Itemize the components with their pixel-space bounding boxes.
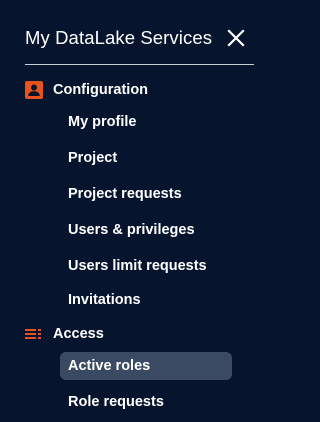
close-button[interactable] [224, 26, 248, 50]
drawer-title: My DataLake Services [25, 27, 213, 48]
section-configuration: Configuration [25, 80, 148, 100]
navigation-drawer: My DataLake Services Configuration My pr… [0, 0, 280, 422]
close-icon [227, 29, 245, 47]
account-box-icon [25, 81, 43, 99]
nav-item-active-roles[interactable]: Active roles [60, 352, 232, 380]
nav-item-role-requests[interactable]: Role requests [60, 388, 232, 416]
section-access: Access [25, 324, 104, 344]
header-divider [25, 64, 254, 65]
nav-item-project-requests[interactable]: Project requests [60, 180, 232, 208]
nav-item-project[interactable]: Project [60, 144, 232, 172]
nav-item-users-limit-requests[interactable]: Users limit requests [60, 252, 232, 280]
nav-item-users-privileges[interactable]: Users & privileges [60, 216, 232, 244]
section-label-configuration: Configuration [53, 82, 149, 98]
list-icon [25, 325, 43, 343]
nav-item-invitations[interactable]: Invitations [60, 286, 232, 314]
nav-item-my-profile[interactable]: My profile [60, 108, 232, 136]
drawer-header: My DataLake Services [25, 26, 254, 52]
section-label-access: Access [53, 326, 104, 342]
